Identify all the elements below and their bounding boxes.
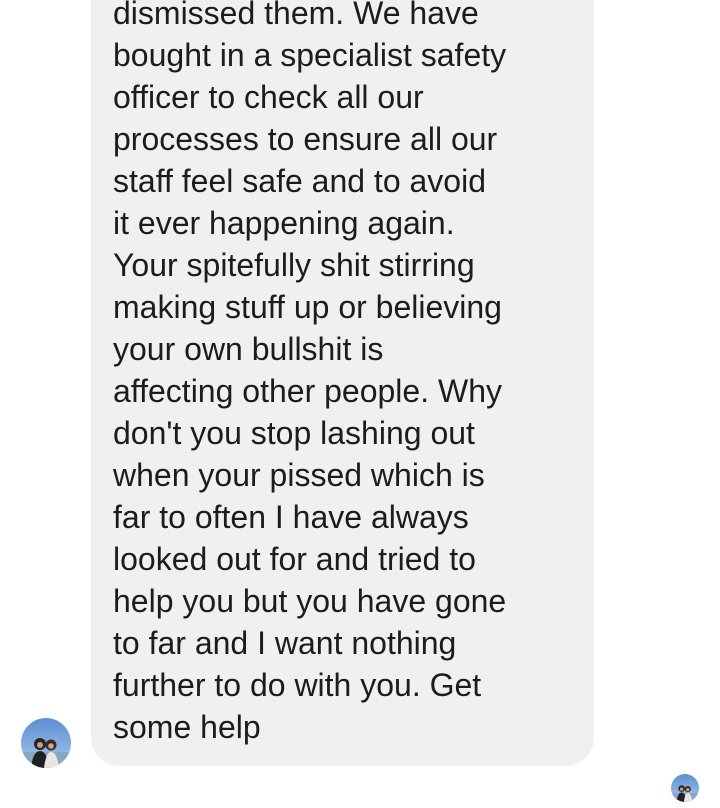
- message-line: processes to ensure all our: [113, 121, 498, 157]
- message-line: affecting other people. Why: [113, 373, 502, 409]
- message-line: further to do with you. Get: [113, 667, 482, 703]
- sender-avatar[interactable]: [21, 718, 71, 768]
- message-line: bought in a specialist safety: [113, 37, 507, 73]
- message-line: it ever happening again.: [113, 205, 455, 241]
- message-line: to far and I want nothing: [113, 625, 457, 661]
- message-line: Your spitefully shit stirring: [113, 247, 475, 283]
- read-receipt-avatar: [671, 774, 699, 802]
- message-text: dismissed them. We have bought in a spec…: [113, 0, 506, 748]
- message-line: far to often I have always: [113, 499, 469, 535]
- message-line: staff feel safe and to avoid: [113, 163, 486, 199]
- read-receipt-avatar-icon: [671, 774, 699, 802]
- message-line: when your pissed which is: [113, 457, 485, 493]
- profile-photo-icon: [21, 718, 71, 768]
- message-line: some help: [113, 709, 261, 745]
- message-line: help you but you have gone: [113, 583, 507, 619]
- message-bubble[interactable]: dismissed them. We have bought in a spec…: [91, 0, 594, 766]
- message-line: making stuff up or believing: [113, 289, 502, 325]
- message-line: dismissed them. We have: [113, 0, 479, 31]
- message-line: don't you stop lashing out: [113, 415, 475, 451]
- message-line: officer to check all our: [113, 79, 424, 115]
- message-line: looked out for and tried to: [113, 541, 476, 577]
- message-line: your own bullshit is: [113, 331, 384, 367]
